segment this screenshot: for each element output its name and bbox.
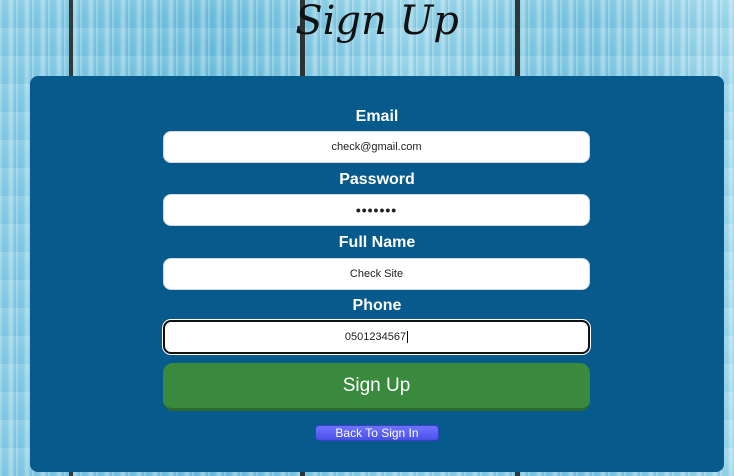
page-title: Sign Up — [295, 0, 459, 44]
full-name-field[interactable] — [163, 258, 590, 290]
phone-field[interactable]: 0501234567 — [163, 320, 590, 354]
password-label: Password — [339, 171, 415, 188]
full-name-label: Full Name — [338, 234, 416, 251]
email-label: Email — [355, 108, 399, 125]
text-caret — [407, 331, 409, 343]
back-to-sign-in-button[interactable]: Back To Sign In — [315, 425, 439, 441]
signup-form-card: Email Password ••••••• Full Name Phone 0… — [30, 76, 724, 472]
email-field[interactable] — [163, 131, 590, 163]
password-field[interactable]: ••••••• — [163, 194, 590, 226]
phone-value: 0501234567 — [344, 331, 407, 343]
sign-up-button[interactable]: Sign Up — [163, 363, 590, 411]
phone-label: Phone — [352, 297, 402, 314]
